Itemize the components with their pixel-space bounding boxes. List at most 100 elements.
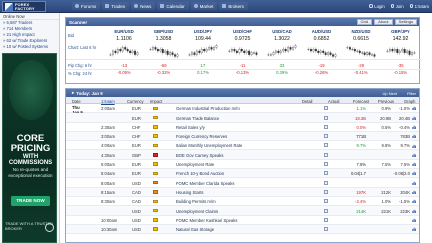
scanner-pair-nzd-usd[interactable]: NZD/USD 0.6615 -29 -0.41%	[343, 29, 379, 84]
impact-folder-icon[interactable]	[153, 143, 158, 148]
ad-trade-now-button[interactable]: TRADE NOW	[11, 196, 50, 206]
graph-bar-chart-icon[interactable]	[412, 218, 417, 222]
row-event-title[interactable]: French 10-y Bond Auction	[176, 171, 224, 176]
row-event-title[interactable]: Unemployment Claims	[176, 209, 218, 214]
nav-trades[interactable]: Trades	[102, 2, 130, 10]
impact-folder-icon[interactable]	[153, 153, 158, 157]
calendar-row[interactable]: 8:00am USD FOMC Member Clarida Speaks	[66, 178, 419, 188]
detail-folder-icon[interactable]	[324, 199, 328, 204]
calendar-row[interactable]: 5:04am EUR French 10-y Bond Auction 0.04|1.…	[66, 169, 419, 179]
grid-button[interactable]: Grid	[356, 19, 373, 25]
graph-bar-chart-icon[interactable]	[412, 171, 417, 176]
row-event-title[interactable]: FOMC Member Clarida Speaks	[176, 181, 234, 186]
calendar-row[interactable]: 10:30am USD Natural Gas Storage	[66, 224, 419, 235]
scanner-pair-usd-cad[interactable]: USD/CAD 1.3022 33 0.39%	[264, 29, 300, 84]
nav-market[interactable]: Market	[190, 2, 218, 10]
detail-folder-icon[interactable]	[324, 189, 328, 194]
settings-button[interactable]: Settings	[394, 19, 417, 25]
row-event-title[interactable]: BOE Gov Carney Speaks	[176, 153, 223, 158]
nav-calendar[interactable]: Calendar	[157, 2, 189, 10]
graph-bar-chart-icon[interactable]	[412, 209, 417, 213]
graph-bar-chart-icon[interactable]	[412, 134, 417, 139]
calendar-row[interactable]: 4:30am GBP BOE Gov Carney Speaks	[66, 150, 419, 160]
impact-folder-icon[interactable]	[153, 106, 158, 111]
row-event-title[interactable]: Retail Sales y/y	[176, 125, 205, 130]
impact-folder-icon[interactable]	[153, 115, 158, 120]
graph-bar-chart-icon[interactable]	[412, 153, 417, 157]
detail-folder-icon[interactable]	[324, 143, 328, 148]
scanner-pair-gbp-usd[interactable]: GBP/USD 1.3058 -69 -0.32%	[146, 29, 182, 84]
graph-bar-chart-icon[interactable]	[412, 106, 417, 111]
impact-folder-icon[interactable]	[153, 125, 158, 129]
impact-folder-icon[interactable]	[153, 199, 158, 204]
broker-advertisement[interactable]: CORE PRICING WITH COMMISSIONS No re-quot…	[2, 53, 57, 243]
nav-brokers[interactable]: Brokers	[219, 2, 248, 10]
impact-folder-icon[interactable]	[153, 227, 158, 231]
calendar-row[interactable]: 8:30am CAD Building Permits m/m -2.4% 1.0% -1…	[66, 197, 419, 207]
nav-forums[interactable]: Forums	[72, 2, 101, 10]
scanner-pair-gbp-jpy[interactable]: GBP/JPY 142.92 -35 -0.15%	[383, 29, 419, 84]
up-next-button[interactable]: Up Next	[383, 91, 397, 96]
row-event-title[interactable]: Natural Gas Storage	[176, 227, 214, 232]
forex-factory-logo[interactable]: FOREX FACTORY	[2, 1, 46, 12]
graph-bar-chart-icon[interactable]	[412, 181, 417, 185]
scanner-pair-usd-chf[interactable]: USD/CHF 0.9725 -11 -0.13%	[225, 29, 261, 84]
about-button[interactable]: About	[374, 19, 393, 25]
impact-folder-icon[interactable]	[153, 190, 158, 194]
calendar-row[interactable]: 5:00am EUR Unemployment Rate 7.5% 7.5% 7.5%	[66, 160, 419, 170]
join-link[interactable]: Join	[390, 2, 404, 10]
impact-folder-icon[interactable]	[153, 171, 158, 176]
clock-display[interactable]: 1:54am	[409, 2, 429, 10]
graph-bar-chart-icon[interactable]	[412, 162, 417, 167]
calendar-row[interactable]: ThuJan 92:00amEURGerman Industrial Produ…	[66, 104, 419, 115]
sparkline-candle	[363, 52, 366, 55]
detail-folder-icon[interactable]	[324, 227, 328, 232]
graph-bar-chart-icon[interactable]	[412, 125, 417, 129]
graph-bar-chart-icon[interactable]	[412, 227, 417, 232]
impact-folder-icon[interactable]	[153, 180, 158, 185]
row-event-title[interactable]: Building Permits m/m	[176, 199, 216, 204]
filter-button[interactable]: Filter	[407, 91, 416, 96]
row-event-title[interactable]: German Industrial Production m/m	[176, 106, 240, 111]
col-header-time[interactable]: 1:54am	[101, 99, 115, 104]
calendar-row[interactable]: EUR German Trade Balance 18.3B 20.9B 20.4B	[66, 113, 419, 123]
detail-folder-icon[interactable]	[324, 124, 328, 129]
scanner-pair-eur-usd[interactable]: EUR/USD 1.1106 -13 -0.05%	[106, 29, 142, 84]
row-event-title[interactable]: Foreign Currency Reserves	[176, 134, 227, 139]
row-event-title[interactable]: Unemployment Rate	[176, 162, 214, 167]
graph-bar-chart-icon[interactable]	[412, 199, 417, 204]
row-event-title[interactable]: FOMC Member Kashkari Speaks	[176, 218, 237, 223]
detail-folder-icon[interactable]	[324, 115, 328, 120]
detail-folder-icon[interactable]	[324, 208, 328, 213]
impact-folder-icon[interactable]	[153, 162, 158, 166]
impact-folder-icon[interactable]	[153, 134, 158, 138]
detail-folder-icon[interactable]	[324, 152, 328, 157]
nav-news[interactable]: News	[131, 2, 156, 10]
scanner-pair-aud-usd[interactable]: AUD/USD 0.6852 -19 -0.26%	[304, 29, 340, 84]
detail-folder-icon[interactable]	[324, 180, 328, 185]
calendar-row[interactable]: 2:30am CHF Retail Sales y/y 0.0% 0.5% -0.4%	[66, 123, 419, 132]
graph-bar-chart-icon[interactable]	[412, 190, 417, 195]
scanner-pair-usd-jpy[interactable]: USD/JPY 109.44 17 0.17%	[185, 29, 221, 84]
impact-folder-icon[interactable]	[153, 218, 158, 222]
graph-bar-chart-icon[interactable]	[412, 144, 417, 148]
detail-folder-icon[interactable]	[324, 162, 328, 167]
row-event-title[interactable]: Italian Monthly Unemployment Rate	[176, 143, 242, 148]
login-link[interactable]: Login	[369, 2, 385, 10]
calendar-row[interactable]: 3:00am CHF Foreign Currency Reserves 771B 78…	[66, 131, 419, 142]
impact-folder-icon[interactable]	[153, 208, 158, 213]
detail-folder-icon[interactable]	[324, 106, 328, 111]
calendar-today-selector[interactable]: ▸ Today: Jan 9	[72, 90, 103, 96]
row-event-title[interactable]: Housing Starts	[176, 190, 203, 195]
graph-bar-chart-icon[interactable]	[412, 116, 417, 120]
detail-folder-icon[interactable]	[324, 217, 328, 222]
calendar-row[interactable]: USD Unemployment Claims 214K 221K 223K	[66, 206, 419, 216]
calendar-row[interactable]: 8:15am CAD Housing Starts 197K 212K 204K	[66, 187, 419, 197]
row-event-title[interactable]: German Trade Balance	[176, 116, 219, 121]
detail-folder-icon[interactable]	[324, 171, 328, 176]
calendar-row[interactable]: 4:00am EUR Italian Monthly Unemployment Ra…	[66, 141, 419, 151]
detail-folder-icon[interactable]	[324, 134, 328, 139]
online-stat-link[interactable]: » 10 w/ Posted Systems	[0, 44, 59, 50]
calendar-row[interactable]: 10:00am USD FOMC Member Kashkari Speaks	[66, 216, 419, 225]
col-header-date[interactable]: Date	[72, 99, 81, 104]
